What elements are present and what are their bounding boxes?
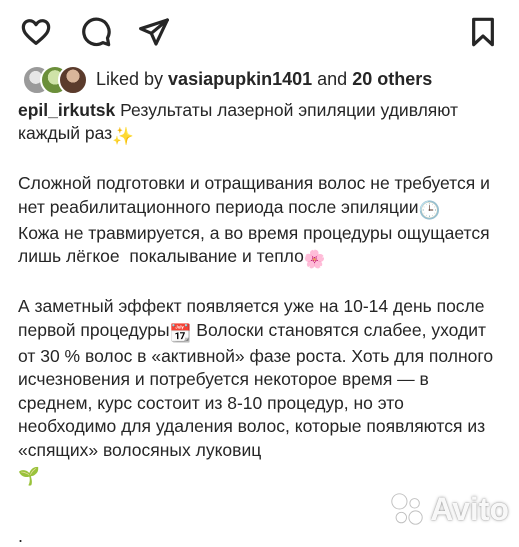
seedling-icon: 🌱 (18, 466, 40, 487)
avito-watermark: Avito (388, 490, 509, 528)
likes-row: Liked by vasiapupkin1401 and 20 others (18, 64, 501, 95)
comment-icon (82, 17, 111, 47)
likes-and: and (312, 68, 353, 89)
heart-icon (21, 19, 51, 45)
watermark-text: Avito (430, 490, 509, 527)
liker-avatars[interactable] (18, 64, 90, 95)
save-button[interactable] (465, 14, 501, 50)
clock-icon: 🕒 (418, 199, 441, 220)
blossom-icon: 🌸 (303, 249, 326, 270)
post-action-bar (18, 14, 501, 54)
calendar-icon: 📆 (169, 322, 192, 343)
likes-prefix: Liked by (96, 68, 169, 89)
liker-username-link[interactable]: vasiapupkin1401 (168, 69, 312, 89)
caption-para3: Кожа не травмируется, а во время процеду… (18, 223, 495, 267)
caption-trailing-dot: . (18, 526, 24, 546)
avatar (58, 65, 88, 95)
paper-plane-icon (139, 18, 169, 46)
comment-button[interactable] (78, 14, 114, 50)
likes-summary: Liked by vasiapupkin1401 and 20 others (96, 69, 432, 90)
post-caption: epil_irkutsk Результаты лазерной эпиляци… (18, 99, 505, 489)
bookmark-icon (472, 17, 494, 47)
likes-others-link[interactable]: 20 others (352, 69, 432, 89)
sparkles-icon: ✨ (112, 126, 134, 147)
caption-username-link[interactable]: epil_irkutsk (18, 100, 115, 120)
like-button[interactable] (18, 14, 54, 50)
avito-logo-icon (391, 493, 423, 525)
caption-para4b: Волоски становятся слабее, уходит от 30 … (18, 319, 498, 460)
share-button[interactable] (136, 14, 172, 50)
